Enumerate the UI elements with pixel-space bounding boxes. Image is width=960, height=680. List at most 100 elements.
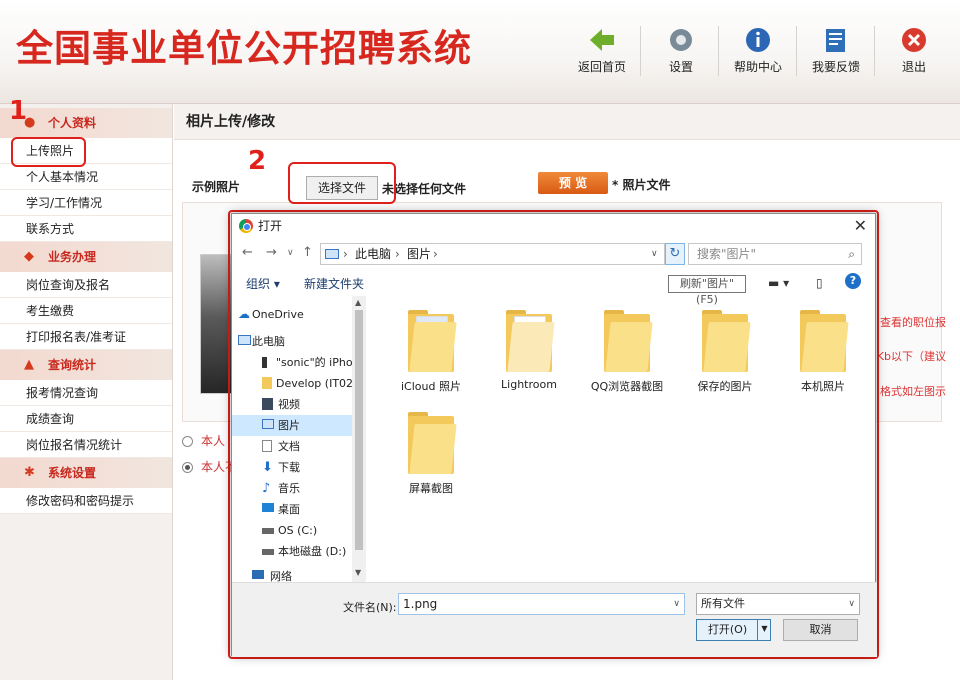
scrollbar-thumb[interactable]: [355, 310, 363, 550]
drive-icon: [262, 549, 274, 555]
note-line: Kb以下（建议: [876, 350, 946, 363]
sidebar-item-study-work[interactable]: 学习/工作情况: [0, 190, 172, 216]
refresh-button[interactable]: ↻: [665, 243, 685, 265]
open-dropdown-icon[interactable]: ▼: [757, 619, 771, 641]
preview-pane-icon[interactable]: ▯: [816, 276, 823, 290]
dialog-toolbar: 组织 ▾ 新建文件夹 ▬ ▾ ▯: [232, 270, 877, 296]
search-placeholder: 搜索"图片": [697, 247, 757, 261]
folder-item[interactable]: QQ浏览器截图: [582, 310, 672, 394]
photo-file-label: * 照片文件: [612, 178, 671, 192]
nav-videos[interactable]: 视频: [262, 394, 365, 415]
folder-item[interactable]: 保存的图片: [680, 310, 770, 394]
folder-icon: [702, 310, 751, 372]
desktop-icon: [262, 503, 274, 512]
sidebar-item-job-stats[interactable]: 岗位报名情况统计: [0, 432, 172, 458]
network-icon: [252, 570, 264, 579]
organize-menu[interactable]: 组织 ▾: [246, 275, 280, 292]
folder-item[interactable]: 屏幕截图: [386, 412, 476, 496]
chevron-up-icon[interactable]: ▲: [355, 298, 361, 307]
dialog-titlebar: 打开 ✕: [232, 214, 875, 238]
address-bar[interactable]: › 此电脑 › 图片 › ∨: [320, 243, 665, 265]
filename-input[interactable]: 1.png ∨: [398, 593, 685, 615]
folder-icon: [408, 412, 457, 474]
nav-iphone[interactable]: "sonic"的 iPhone: [262, 352, 365, 373]
section-title: 查询统计: [48, 358, 97, 372]
preview-button[interactable]: 预 览: [538, 172, 608, 194]
filetype-select[interactable]: 所有文件 ∨: [696, 593, 860, 615]
home-button[interactable]: 返回首页: [567, 22, 637, 78]
sidebar-item-apply-status[interactable]: 报考情况查询: [0, 380, 172, 406]
divider: [874, 26, 875, 76]
search-input[interactable]: 搜索"图片" ⌕: [688, 243, 862, 265]
close-icon[interactable]: ✕: [854, 214, 867, 238]
nav-develop[interactable]: Develop (IT026): [262, 373, 365, 394]
settings-button[interactable]: 设置: [646, 22, 716, 78]
music-icon: ♪: [262, 481, 271, 496]
sidebar-item-score[interactable]: 成绩查询: [0, 406, 172, 432]
chevron-down-icon[interactable]: ∨: [673, 594, 680, 614]
feedback-label: 我要反馈: [811, 60, 860, 74]
dialog-title: 打开: [258, 219, 283, 233]
chevron-right-icon: ›: [343, 247, 348, 261]
sample-photo-label: 示例照片: [192, 180, 241, 194]
sidebar-item-payment[interactable]: 考生缴费: [0, 298, 172, 324]
filename-label: 文件名(N):: [343, 601, 397, 614]
folder-item[interactable]: iCloud 照片: [386, 310, 476, 394]
home-label: 返回首页: [577, 60, 626, 74]
feedback-button[interactable]: 我要反馈: [801, 22, 871, 78]
section-title: 个人资料: [48, 116, 97, 130]
nav-drive-c[interactable]: OS (C:): [262, 520, 365, 541]
gear-icon: ✱: [24, 465, 35, 480]
chevron-down-icon[interactable]: ∨: [848, 594, 855, 614]
radio-option-1[interactable]: 本人: [182, 432, 225, 449]
nav-drive-d[interactable]: 本地磁盘 (D:): [262, 541, 365, 562]
up-arrow-icon[interactable]: ↑: [302, 245, 313, 260]
folder-label: QQ浏览器截图: [590, 380, 664, 393]
sidebar-item-basic-info[interactable]: 个人基本情况: [0, 164, 172, 190]
nav-music[interactable]: ♪ 音乐: [262, 478, 365, 499]
cancel-button[interactable]: 取消: [783, 619, 858, 641]
sidebar-item-job-search[interactable]: 岗位查询及报名: [0, 272, 172, 298]
radio-button[interactable]: [182, 436, 193, 447]
video-icon: [262, 398, 273, 410]
info-icon: [746, 28, 770, 52]
computer-icon: [325, 249, 339, 259]
folder-icon: [408, 310, 457, 372]
sidebar-section-business[interactable]: ◆ 业务办理: [0, 242, 172, 272]
logout-button[interactable]: 退出: [879, 22, 949, 78]
chevron-right-icon: ›: [395, 247, 400, 261]
nav-pictures[interactable]: 图片: [232, 415, 352, 436]
sidebar-item-password[interactable]: 修改密码和密码提示: [0, 488, 172, 514]
breadcrumb-pictures[interactable]: 图片: [407, 244, 431, 264]
nav-network[interactable]: 网络: [252, 566, 365, 582]
new-folder-button[interactable]: 新建文件夹: [304, 275, 364, 292]
help-button[interactable]: 帮助中心: [723, 22, 793, 78]
forward-arrow-icon[interactable]: →: [266, 245, 277, 260]
nav-scrollbar[interactable]: ▲ ▼: [352, 296, 366, 582]
nav-downloads[interactable]: ⬇ 下载: [262, 457, 365, 478]
refresh-tooltip: 刷新"图片"(F5): [668, 275, 746, 306]
sidebar-item-print[interactable]: 打印报名表/准考证: [0, 324, 172, 350]
nav-onedrive[interactable]: ☁ OneDrive: [238, 304, 365, 325]
chevron-down-icon[interactable]: ▼: [355, 568, 361, 577]
sidebar: ● 个人资料 上传照片 个人基本情况 学习/工作情况 联系方式 ◆ 业务办理 岗…: [0, 104, 173, 680]
highlight-choose-file: [288, 162, 396, 204]
help-icon[interactable]: ?: [845, 273, 861, 289]
nav-this-pc[interactable]: 此电脑: [238, 331, 365, 352]
folder-item[interactable]: 本机照片: [778, 310, 868, 394]
chrome-icon: [239, 219, 253, 233]
breadcrumb-computer[interactable]: 此电脑: [355, 244, 391, 264]
view-mode-icon[interactable]: ▬ ▾: [768, 276, 789, 290]
nav-documents[interactable]: 文档: [262, 436, 365, 457]
sidebar-section-settings[interactable]: ✱ 系统设置: [0, 458, 172, 488]
filetype-value: 所有文件: [701, 597, 745, 610]
history-dropdown-icon[interactable]: ∨: [287, 248, 294, 258]
nav-desktop[interactable]: 桌面: [262, 499, 365, 520]
chevron-down-icon[interactable]: ∨: [651, 244, 658, 264]
folder-item[interactable]: Lightroom: [484, 310, 574, 391]
folder-icon: [506, 310, 555, 372]
sidebar-section-query[interactable]: ▲ 查询统计: [0, 350, 172, 380]
radio-button[interactable]: [182, 462, 193, 473]
sidebar-item-contact[interactable]: 联系方式: [0, 216, 172, 242]
back-arrow-icon[interactable]: ←: [242, 245, 253, 260]
